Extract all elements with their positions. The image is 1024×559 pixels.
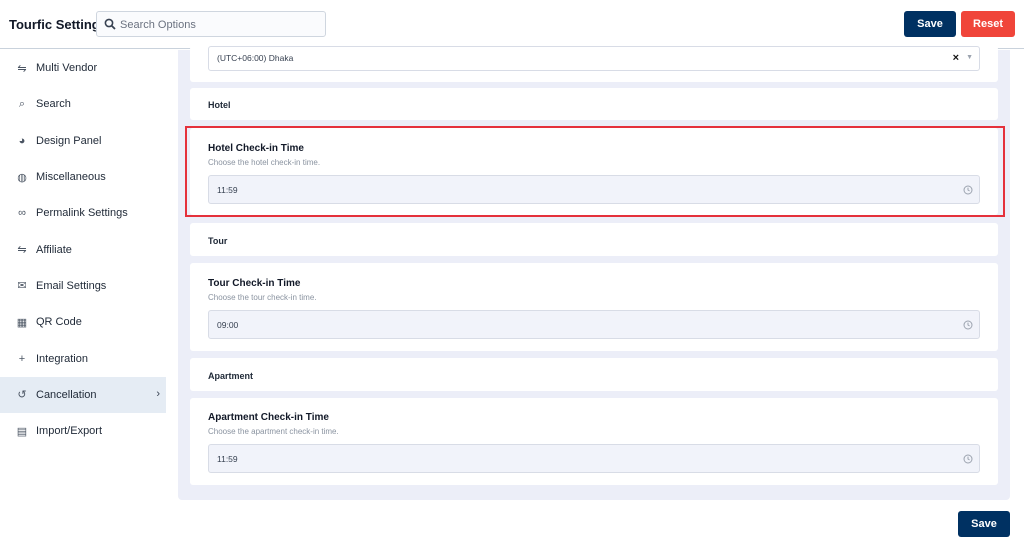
section-title: Tour — [208, 236, 228, 246]
sidebar-item-label: Miscellaneous — [36, 171, 106, 184]
field-description: Choose the apartment check-in time. — [208, 427, 339, 436]
database-icon: ▤ — [16, 425, 28, 438]
sidebar-item-label: QR Code — [36, 316, 82, 329]
apartment-checkin-time-input[interactable]: 11:59 — [208, 444, 980, 473]
sidebar-item-label: Cancellation — [36, 388, 97, 401]
time-value: 11:59 — [217, 454, 238, 464]
search-icon: ⌕ — [18, 97, 26, 110]
sidebar-item-import-export[interactable]: ▤ Import/Export — [0, 413, 166, 449]
envelope-icon: ✉ — [17, 280, 27, 293]
timezone-card: (UTC+06:00) Dhaka × ▼ — [190, 46, 998, 82]
timezone-select[interactable]: (UTC+06:00) Dhaka × ▼ — [208, 46, 980, 71]
save-button-bottom[interactable]: Save — [958, 511, 1010, 537]
tour-checkin-card: Tour Check-in Time Choose the tour check… — [190, 263, 998, 351]
section-title: Apartment — [208, 371, 254, 381]
sidebar-item-label: Integration — [36, 352, 88, 365]
sidebar-item-cancellation[interactable]: ↺ Cancellation › — [0, 376, 166, 413]
plus-icon: + — [18, 352, 26, 365]
tour-section-header: Tour — [190, 223, 998, 256]
sidebar-item-affiliate[interactable]: ⇋ Affiliate — [0, 231, 166, 267]
sidebar-item-label: Search — [36, 98, 71, 111]
sidebar-item-permalink-settings[interactable]: ∞ Permalink Settings — [0, 195, 166, 231]
link-icon: ∞ — [18, 207, 26, 220]
sidebar-item-integration[interactable]: + Integration — [0, 340, 166, 376]
field-title: Apartment Check-in Time — [208, 412, 329, 423]
sidebar-item-label: Email Settings — [36, 279, 107, 292]
sidebar-item-miscellaneous[interactable]: ◍ Miscellaneous — [0, 159, 166, 195]
timezone-value: (UTC+06:00) Dhaka — [217, 53, 294, 63]
handshake-icon: ⇋ — [17, 62, 27, 75]
highlight-box — [185, 126, 1005, 217]
sidebar-item-label: Design Panel — [36, 134, 102, 147]
sidebar-item-label: Multi Vendor — [36, 62, 98, 75]
search-input[interactable]: Search Options — [120, 19, 196, 31]
clock-icon — [963, 454, 973, 464]
time-value: 09:00 — [217, 320, 239, 330]
sidebar-item-email-settings[interactable]: ✉ Email Settings — [0, 268, 166, 304]
section-title: Hotel — [208, 100, 231, 110]
handshake-icon: ⇋ — [17, 244, 27, 257]
search-box[interactable]: Search Options — [96, 11, 326, 37]
clock-icon — [963, 320, 973, 330]
top-bar: Tourfic Settings Search Options Save Res… — [0, 0, 1024, 49]
globe-icon: ◍ — [17, 171, 27, 184]
search-icon — [104, 18, 116, 30]
sidebar-item-multi-vendor[interactable]: ⇋ Multi Vendor — [0, 50, 166, 86]
apartment-checkin-card: Apartment Check-in Time Choose the apart… — [190, 398, 998, 485]
settings-panel: (UTC+06:00) Dhaka × ▼ Hotel Hotel Check-… — [178, 46, 1010, 500]
sidebar-item-design-panel[interactable]: ◕ Design Panel — [0, 123, 166, 159]
field-title: Tour Check-in Time — [208, 278, 301, 289]
palette-icon: ◕ — [18, 134, 26, 147]
sidebar-item-label: Permalink Settings — [36, 207, 128, 220]
clear-icon[interactable]: × — [953, 52, 959, 64]
sidebar-item-label: Import/Export — [36, 425, 103, 438]
reset-button[interactable]: Reset — [961, 11, 1015, 37]
tour-checkin-time-input[interactable]: 09:00 — [208, 310, 980, 339]
qr-code-icon: ▦ — [16, 316, 28, 329]
apartment-section-header: Apartment — [190, 358, 998, 391]
chevron-down-icon[interactable]: ▼ — [966, 54, 973, 61]
sidebar: ⇋ Multi Vendor ⌕ Search ◕ Design Panel ◍ Miscel… — [0, 50, 166, 449]
app-title: Tourfic Settings — [9, 17, 107, 32]
undo-icon: ↺ — [17, 389, 27, 402]
hotel-section-header: Hotel — [190, 88, 998, 120]
sidebar-item-qr-code[interactable]: ▦ QR Code — [0, 304, 166, 340]
field-description: Choose the tour check-in time. — [208, 293, 317, 302]
sidebar-item-label: Affiliate — [36, 243, 72, 256]
save-button[interactable]: Save — [904, 11, 956, 37]
chevron-right-icon: › — [156, 387, 160, 400]
sidebar-item-search[interactable]: ⌕ Search — [0, 86, 166, 122]
